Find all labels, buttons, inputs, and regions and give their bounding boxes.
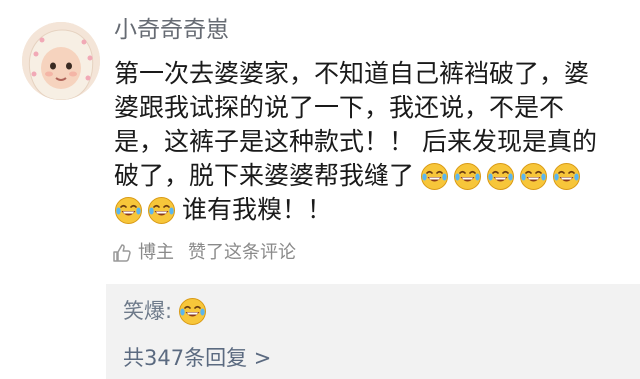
more-replies-link[interactable]: 共347条回复 > <box>123 343 271 373</box>
like-action-text: 赞了这条评论 <box>188 242 296 263</box>
comment-line-5: 谁有我糗！！ <box>114 193 619 227</box>
laugh-cry-emoji-icon <box>552 162 581 191</box>
author-label: 博主 <box>138 242 174 263</box>
reply-preview[interactable]: 笑爆: 共347条回复 > <box>106 284 640 379</box>
comment-line-5-text: 谁有我糗！！ <box>182 195 333 224</box>
laugh-cry-emoji-icon <box>519 162 548 191</box>
laugh-cry-emoji-icon <box>486 162 515 191</box>
laugh-cry-emoji-icon <box>420 162 449 191</box>
avatar[interactable] <box>22 22 100 100</box>
thumbs-up-icon <box>113 244 131 262</box>
laugh-cry-emoji-icon <box>114 196 143 225</box>
reply-author[interactable]: 笑爆: <box>123 296 172 326</box>
emoji-group <box>420 162 581 191</box>
laugh-cry-emoji-icon <box>453 162 482 191</box>
comment-line-4-text: 破了，脱下来婆婆帮我缝了 <box>114 161 415 190</box>
reply-item: 笑爆: <box>123 296 207 326</box>
comment-body: 第一次去婆婆家，不知道自己裤裆破了，婆 婆跟我试探的说了一下，我还说，不是不 是… <box>114 57 619 227</box>
comment-line-2: 婆跟我试探的说了一下，我还说，不是不 <box>114 93 565 122</box>
comment-line-1: 第一次去婆婆家，不知道自己裤裆破了，婆 <box>114 59 590 88</box>
laugh-cry-emoji-icon <box>147 196 176 225</box>
author-like-row: 博主 赞了这条评论 <box>112 240 296 266</box>
comment-username[interactable]: 小奇奇奇崽 <box>114 13 229 47</box>
comment-line-4: 破了，脱下来婆婆帮我缝了 <box>114 159 619 193</box>
laugh-cry-emoji-icon <box>178 297 207 326</box>
comment-line-3: 是，这裤子是这种款式！！ 后来发现是真的 <box>114 127 597 156</box>
emoji-group <box>114 196 176 225</box>
